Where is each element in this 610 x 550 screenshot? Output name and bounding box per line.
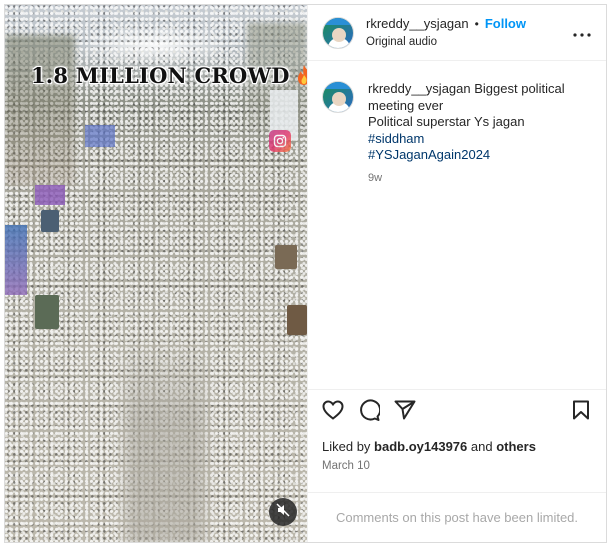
comment-icon xyxy=(358,399,382,426)
bookmark-icon xyxy=(572,400,590,425)
separator-dot: • xyxy=(474,16,479,31)
post-side-panel: rkreddy__ysjagan • Follow Original audio… xyxy=(307,5,606,542)
banner xyxy=(35,185,65,205)
caption: rkreddy__ysjagan Biggest political meeti… xyxy=(322,81,592,186)
likes-others-link[interactable]: others xyxy=(496,439,536,454)
caption-text: Political superstar Ys jagan xyxy=(368,114,525,129)
comment-button[interactable] xyxy=(356,399,382,426)
road-area xyxy=(125,335,205,542)
comments-area: rkreddy__ysjagan Biggest political meeti… xyxy=(308,61,606,389)
action-bar xyxy=(308,389,606,435)
audio-link[interactable]: Original audio xyxy=(366,34,570,50)
comments-limited-notice: Comments on this post have been limited. xyxy=(308,492,606,542)
avatar[interactable] xyxy=(322,81,354,113)
vehicle xyxy=(287,305,307,335)
like-button[interactable] xyxy=(320,400,346,426)
vehicle xyxy=(275,245,297,269)
post-video[interactable]: 1.8 MILLION CROWD xyxy=(5,5,307,542)
likes-summary: Liked by badb.oy143976 and others xyxy=(308,435,606,454)
liker-username-link[interactable]: badb.oy143976 xyxy=(374,439,467,454)
vehicle xyxy=(35,295,59,329)
hashtag-link[interactable]: #siddham xyxy=(368,131,592,148)
caption-first-line: rkreddy__ysjagan Biggest political meeti… xyxy=(368,81,592,114)
likes-and: and xyxy=(470,439,493,454)
avatar[interactable] xyxy=(322,16,354,49)
instagram-watermark-icon xyxy=(269,130,291,152)
likes-prefix: Liked by xyxy=(322,439,371,454)
post-header: rkreddy__ysjagan • Follow Original audio xyxy=(308,5,606,61)
save-button[interactable] xyxy=(568,400,594,426)
header-text: rkreddy__ysjagan • Follow Original audio xyxy=(366,16,570,50)
mute-button[interactable] xyxy=(269,498,297,526)
post-date[interactable]: March 10 xyxy=(308,454,606,472)
banner xyxy=(85,125,115,147)
share-button[interactable] xyxy=(392,400,418,426)
username-link[interactable]: rkreddy__ysjagan xyxy=(366,16,469,32)
overlay-title-text: 1.8 MILLION CROWD xyxy=(31,63,290,88)
hashtag-link[interactable]: #YSJaganAgain2024 xyxy=(368,147,592,164)
header-line: rkreddy__ysjagan • Follow xyxy=(366,16,570,32)
caption-body: rkreddy__ysjagan Biggest political meeti… xyxy=(368,81,592,186)
field-area xyxy=(5,35,75,185)
caption-username-link[interactable]: rkreddy__ysjagan xyxy=(368,81,471,96)
more-icon xyxy=(573,24,591,42)
banner xyxy=(5,225,27,295)
vehicle xyxy=(41,210,59,232)
sound-off-icon xyxy=(276,502,290,522)
heart-icon xyxy=(322,400,344,425)
fire-icon xyxy=(296,64,307,86)
follow-button[interactable]: Follow xyxy=(485,16,526,32)
more-options-button[interactable] xyxy=(570,21,594,45)
video-overlay-title: 1.8 MILLION CROWD xyxy=(31,63,307,88)
caption-timestamp[interactable]: 9w xyxy=(368,170,592,187)
paper-plane-icon xyxy=(394,400,416,425)
instagram-post: 1.8 MILLION CROWD rkreddy__ysjagan • Fol… xyxy=(4,4,607,543)
